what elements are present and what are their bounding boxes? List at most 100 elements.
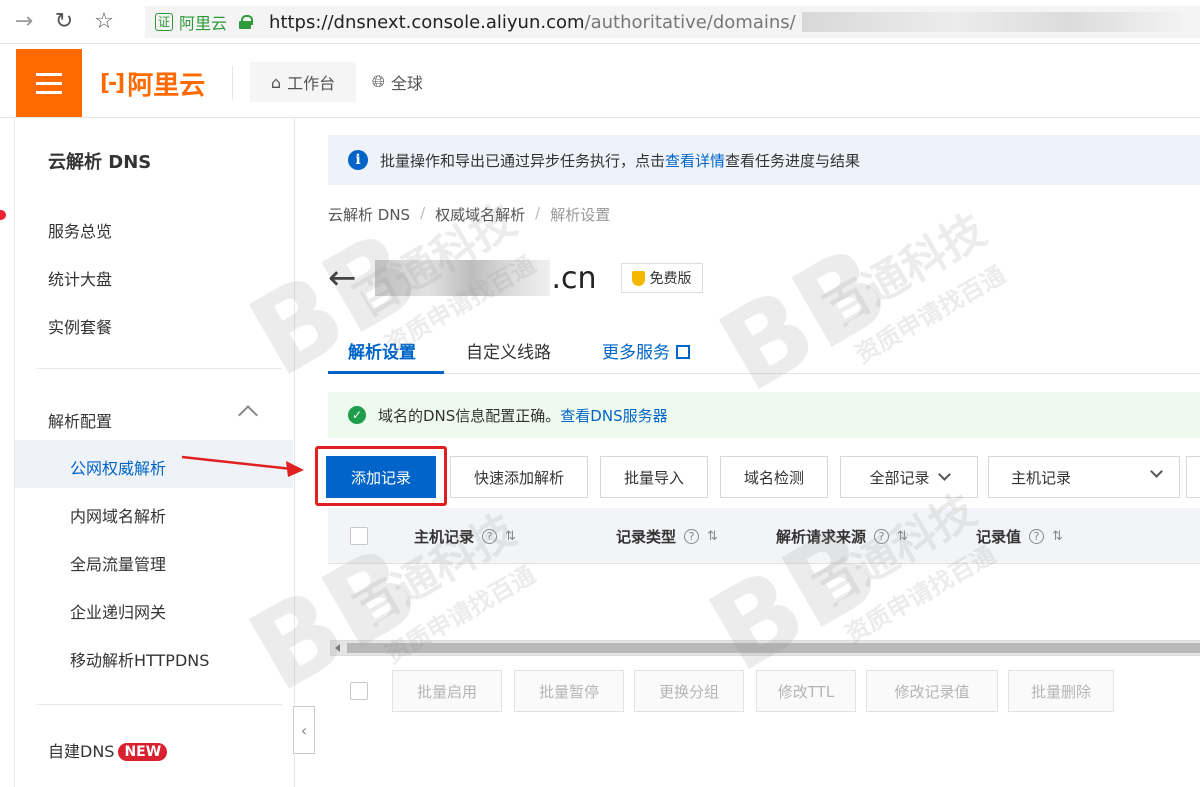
certificate-label: 阿里云 [179,14,228,33]
tab-more-services[interactable]: 更多服务 [602,338,690,363]
tab-more-services-label: 更多服务 [602,343,670,363]
scroll-left-icon[interactable] [335,644,340,652]
column-host-record[interactable]: 主机记录 ? ⇅ [414,526,516,547]
column-label: 主机记录 [414,528,475,546]
search-field-select[interactable]: 主机记录 [988,456,1180,498]
aliyun-logo[interactable]: [-] 阿里云 [100,66,206,101]
sidebar-divider [37,368,282,369]
change-group-button[interactable]: 更换分组 [634,670,744,712]
tab-custom-lines[interactable]: 自定义线路 [466,338,551,363]
sidebar-item-recursive-gateway[interactable]: 企业递归网关 [70,599,166,623]
column-record-type[interactable]: 记录类型 ? ⇅ [616,526,718,547]
select-all-checkbox[interactable] [350,527,368,545]
tab-resolve-settings[interactable]: 解析设置 [348,338,416,363]
sidebar-item-public-authoritative[interactable]: 公网权威解析 [70,455,166,479]
annotation-highlight-box [315,446,447,506]
globe-icon: 🌐︎ [372,72,385,91]
breadcrumb-item[interactable]: 权威域名解析 [435,204,525,225]
watermark-brand: 百通科技 [816,204,995,337]
quick-add-button[interactable]: 快速添加解析 [450,456,588,498]
notice-text: 批量操作和导出已通过异步任务执行，点击 [380,151,666,170]
batch-import-button[interactable]: 批量导入 [600,456,708,498]
watermark-logo: BB [699,221,909,417]
breadcrumb-current: 解析设置 [550,206,611,224]
success-text: 域名的DNS信息配置正确。 [378,406,561,425]
address-bar[interactable]: 证 阿里云 https://dnsnext.console.aliyun.com… [145,6,1200,38]
info-icon: i [348,150,368,170]
records-table-body [328,564,1200,640]
annotation-arrow-icon [181,455,304,477]
domain-suffix: .cn [551,260,597,296]
column-record-value[interactable]: 记录值 ? ⇅ [976,526,1063,547]
check-circle-icon: ✓ [348,406,366,424]
help-icon[interactable]: ? [482,529,498,544]
modify-record-value-button[interactable]: 修改记录值 [866,670,998,712]
batch-delete-button[interactable]: 批量删除 [1008,670,1114,712]
edition-badge: 免费版 [620,263,703,293]
hamburger-menu-icon[interactable] [16,49,82,117]
sort-icon[interactable]: ⇅ [897,529,908,544]
sort-icon[interactable]: ⇅ [1052,529,1063,544]
domain-name-redacted [374,260,550,296]
horizontal-scrollbar[interactable] [330,640,1200,656]
sidebar-item-instances[interactable]: 实例套餐 [48,314,112,338]
sort-icon[interactable]: ⇅ [505,529,516,544]
header-divider [232,66,233,100]
modify-ttl-button[interactable]: 修改TTL [756,670,856,712]
aliyun-logo-mark: [-] [100,70,125,96]
sidebar-collapse-button[interactable]: ‹ [293,706,315,754]
sidebar-item-self-dns[interactable]: 自建DNS NEW [48,738,168,762]
edition-label: 免费版 [649,271,692,287]
url-path: /authoritative/domains/ [584,11,796,33]
breadcrumb: 云解析 DNS / 权威域名解析 / 解析设置 [328,204,610,225]
console-header: [-] 阿里云 ⌂ 工作台 🌐︎ 全球 [0,44,1200,118]
bookmark-list-icon[interactable]: ☆ [84,0,124,44]
sidebar-item-gtm[interactable]: 全局流量管理 [70,551,166,575]
certificate-badge[interactable]: 证 阿里云 [145,10,233,34]
view-details-link[interactable]: 查看详情 [665,150,725,171]
batch-pause-button[interactable]: 批量暂停 [514,670,624,712]
sidebar-item-private-zone[interactable]: 内网域名解析 [70,503,166,527]
help-icon[interactable]: ? [1029,529,1045,544]
back-arrow-icon[interactable]: ← [328,261,357,295]
breadcrumb-item[interactable]: 云解析 DNS [328,204,410,225]
self-dns-label: 自建DNS [48,742,115,761]
chevron-down-icon [937,468,951,481]
batch-enable-button[interactable]: 批量启用 [392,670,502,712]
notice-text-end: 查看任务进度与结果 [725,151,861,170]
sidebar-item-httpdns[interactable]: 移动解析HTTPDNS [70,647,209,671]
column-request-source[interactable]: 解析请求来源 ? ⇅ [776,526,908,547]
forward-icon[interactable]: → [4,0,44,44]
help-icon[interactable]: ? [684,529,700,544]
help-icon[interactable]: ? [874,529,890,544]
scroll-thumb[interactable] [347,643,1200,653]
page-title: ← .cn 免费版 [328,258,703,298]
edge-marker [0,210,6,220]
records-table-header: 主机记录 ? ⇅ 记录类型 ? ⇅ 解析请求来源 ? ⇅ 记录值 ? ⇅ [328,508,1200,564]
view-dns-servers-link[interactable]: 查看DNS服务器 [560,405,667,426]
active-tab-indicator [328,371,444,374]
new-badge: NEW [118,743,168,761]
region-selector[interactable]: 🌐︎ 全球 [372,62,423,102]
breadcrumb-separator: / [420,204,426,222]
browser-toolbar: → ↻ ☆ 证 阿里云 https://dnsnext.console.aliy… [0,0,1200,44]
home-icon: ⌂ [270,72,282,92]
tab-bar: 解析设置 自定义线路 更多服务 [328,330,1200,374]
reload-icon[interactable]: ↻ [44,0,84,44]
sort-icon[interactable]: ⇅ [707,529,718,544]
async-task-notice: i 批量操作和导出已通过异步任务执行，点击 查看详情 查看任务进度与结果 [328,135,1200,185]
url-redacted [801,12,1182,32]
search-input[interactable] [1186,456,1200,498]
chevron-up-icon[interactable] [238,405,258,425]
sidebar-title: 云解析 DNS [48,152,152,173]
sidebar-section-resolve-config[interactable]: 解析配置 [48,408,112,432]
record-filter-select[interactable]: 全部记录 [840,456,978,498]
domain-check-button[interactable]: 域名检测 [720,456,828,498]
workbench-button[interactable]: ⌂ 工作台 [250,62,356,102]
select-all-checkbox-bottom[interactable] [350,682,368,700]
sidebar-divider [37,704,282,705]
aliyun-logo-text: 阿里云 [127,70,206,101]
sidebar-item-overview[interactable]: 服务总览 [48,218,112,242]
dns-config-success-alert: ✓ 域名的DNS信息配置正确。 查看DNS服务器 [328,392,1200,438]
sidebar-item-dashboard[interactable]: 统计大盘 [48,266,112,290]
